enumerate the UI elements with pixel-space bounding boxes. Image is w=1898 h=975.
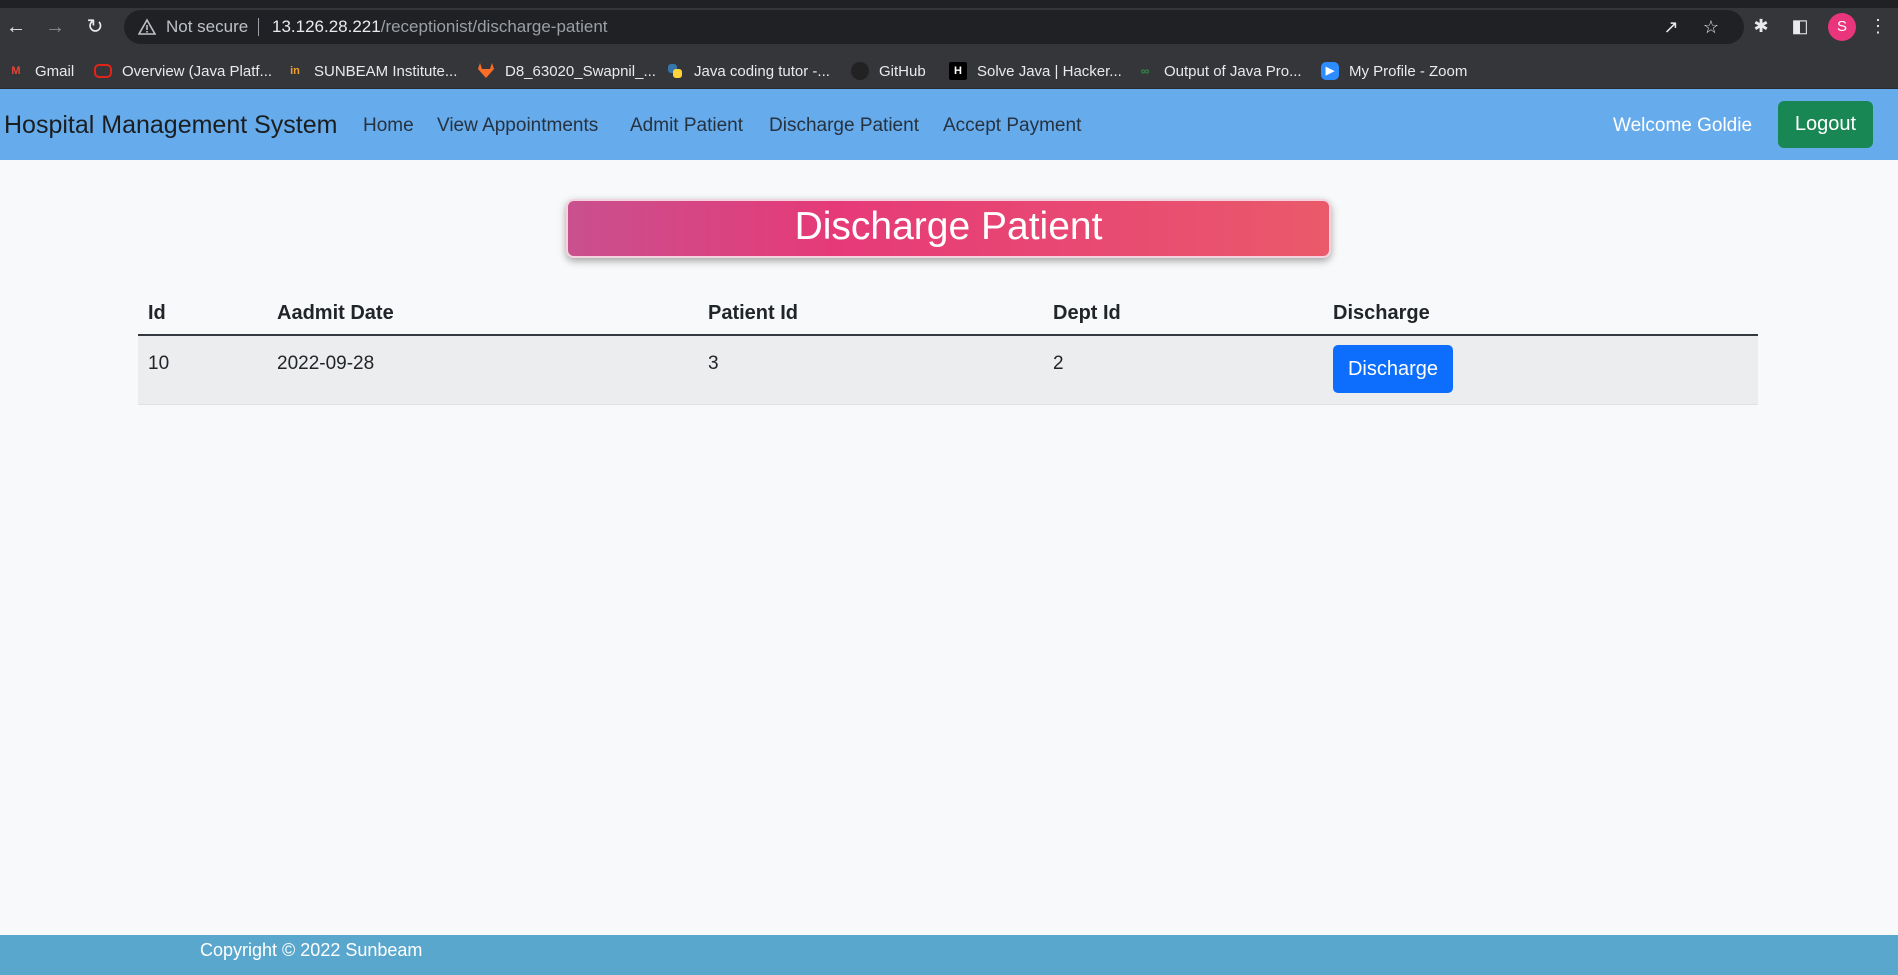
- profile-avatar[interactable]: S: [1828, 13, 1856, 41]
- reload-icon[interactable]: ↻: [82, 14, 108, 40]
- brand-title[interactable]: Hospital Management System: [4, 111, 337, 140]
- bookmarks-bar: M Gmail Overview (Java Platf... in SUNBE…: [0, 53, 1898, 89]
- nav-link-admit-patient[interactable]: Admit Patient: [630, 115, 743, 137]
- column-header-patient-id: Patient Id: [698, 292, 1043, 336]
- column-header-discharge: Discharge: [1323, 292, 1758, 336]
- bookmark-label: My Profile - Zoom: [1349, 62, 1468, 80]
- sunbeam-icon: in: [290, 65, 300, 77]
- hackerrank-icon: H: [949, 62, 967, 80]
- bookmark-label: GitHub: [879, 62, 926, 80]
- address-divider: [258, 18, 259, 36]
- url-path: /receptionist/discharge-patient: [380, 17, 608, 36]
- browser-toolbar: ← → ↻ Not secure 13.126.28.221/reception…: [0, 0, 1898, 53]
- cell-admit-date: 2022-09-28: [267, 335, 698, 405]
- bookmark-label: Overview (Java Platf...: [122, 62, 273, 80]
- github-icon: [851, 62, 869, 80]
- oracle-icon: [94, 64, 112, 78]
- share-icon[interactable]: ↗: [1660, 16, 1682, 38]
- bookmark-github[interactable]: GitHub: [851, 53, 926, 89]
- warning-icon: [138, 18, 156, 35]
- bookmark-oracle[interactable]: Overview (Java Platf...: [94, 53, 272, 89]
- python-icon: [668, 64, 682, 78]
- bookmark-label: Solve Java | Hacker...: [977, 62, 1122, 80]
- star-icon[interactable]: ☆: [1700, 16, 1722, 38]
- column-header-id: Id: [138, 292, 267, 336]
- geeksforgeeks-icon: ∞: [1140, 64, 1150, 78]
- nav-link-home[interactable]: Home: [363, 115, 414, 137]
- bookmark-label: D8_63020_Swapnil_...: [505, 62, 656, 80]
- page-title: Discharge Patient: [566, 199, 1331, 258]
- security-label[interactable]: Not secure: [166, 17, 248, 37]
- url-host: 13.126.28.221: [272, 17, 381, 36]
- copyright-text: Copyright © 2022 Sunbeam: [200, 940, 423, 960]
- back-arrow-icon[interactable]: ←: [3, 14, 29, 40]
- bookmark-zoom[interactable]: ▶ My Profile - Zoom: [1321, 53, 1467, 89]
- table-header-row: Id Aadmit Date Patient Id Dept Id Discha…: [138, 292, 1758, 336]
- welcome-text: Welcome Goldie: [1613, 115, 1753, 136]
- gmail-icon: M: [11, 65, 21, 77]
- extensions-icon[interactable]: ✱: [1749, 14, 1773, 38]
- cell-patient-id: 3: [698, 335, 1043, 405]
- url-text[interactable]: 13.126.28.221/receptionist/discharge-pat…: [272, 17, 608, 37]
- menu-kebab-icon[interactable]: ⋮: [1866, 14, 1890, 38]
- discharge-table: Id Aadmit Date Patient Id Dept Id Discha…: [138, 292, 1758, 405]
- bookmark-label: Output of Java Pro...: [1164, 62, 1302, 80]
- side-panel-icon[interactable]: ◧: [1788, 14, 1812, 38]
- tab-strip: [0, 0, 1898, 8]
- bookmark-hackerrank[interactable]: H Solve Java | Hacker...: [949, 53, 1122, 89]
- footer: Copyright © 2022 Sunbeam: [0, 935, 1898, 975]
- nav-link-discharge-patient[interactable]: Discharge Patient: [769, 115, 919, 137]
- bookmark-geeksforgeeks[interactable]: ∞ Output of Java Pro...: [1136, 53, 1302, 89]
- bookmark-java-tutor[interactable]: Java coding tutor -...: [666, 53, 830, 89]
- cell-discharge: Discharge: [1323, 335, 1758, 405]
- bookmark-gmail[interactable]: M Gmail: [7, 53, 74, 89]
- gitlab-icon: [478, 63, 494, 78]
- address-bar[interactable]: Not secure 13.126.28.221/receptionist/di…: [124, 10, 1744, 44]
- app-navbar: Hospital Management System Home View App…: [0, 89, 1898, 160]
- cell-dept-id: 2: [1043, 335, 1323, 405]
- bookmark-label: Gmail: [35, 62, 75, 80]
- nav-link-accept-payment[interactable]: Accept Payment: [943, 115, 1081, 137]
- bookmark-sunbeam[interactable]: in SUNBEAM Institute...: [286, 53, 457, 89]
- logout-button[interactable]: Logout: [1778, 101, 1873, 148]
- discharge-button[interactable]: Discharge: [1333, 345, 1453, 393]
- cell-id: 10: [138, 335, 267, 405]
- table-row: 10 2022-09-28 3 2 Discharge: [138, 335, 1758, 405]
- nav-link-view-appointments[interactable]: View Appointments: [437, 115, 598, 137]
- column-header-admit-date: Aadmit Date: [267, 292, 698, 336]
- column-header-dept-id: Dept Id: [1043, 292, 1323, 336]
- bookmark-label: SUNBEAM Institute...: [314, 62, 458, 80]
- forward-arrow-icon[interactable]: →: [42, 14, 68, 40]
- bookmark-label: Java coding tutor -...: [694, 62, 830, 80]
- zoom-icon: ▶: [1321, 62, 1339, 80]
- bookmark-gitlab[interactable]: D8_63020_Swapnil_...: [477, 53, 656, 89]
